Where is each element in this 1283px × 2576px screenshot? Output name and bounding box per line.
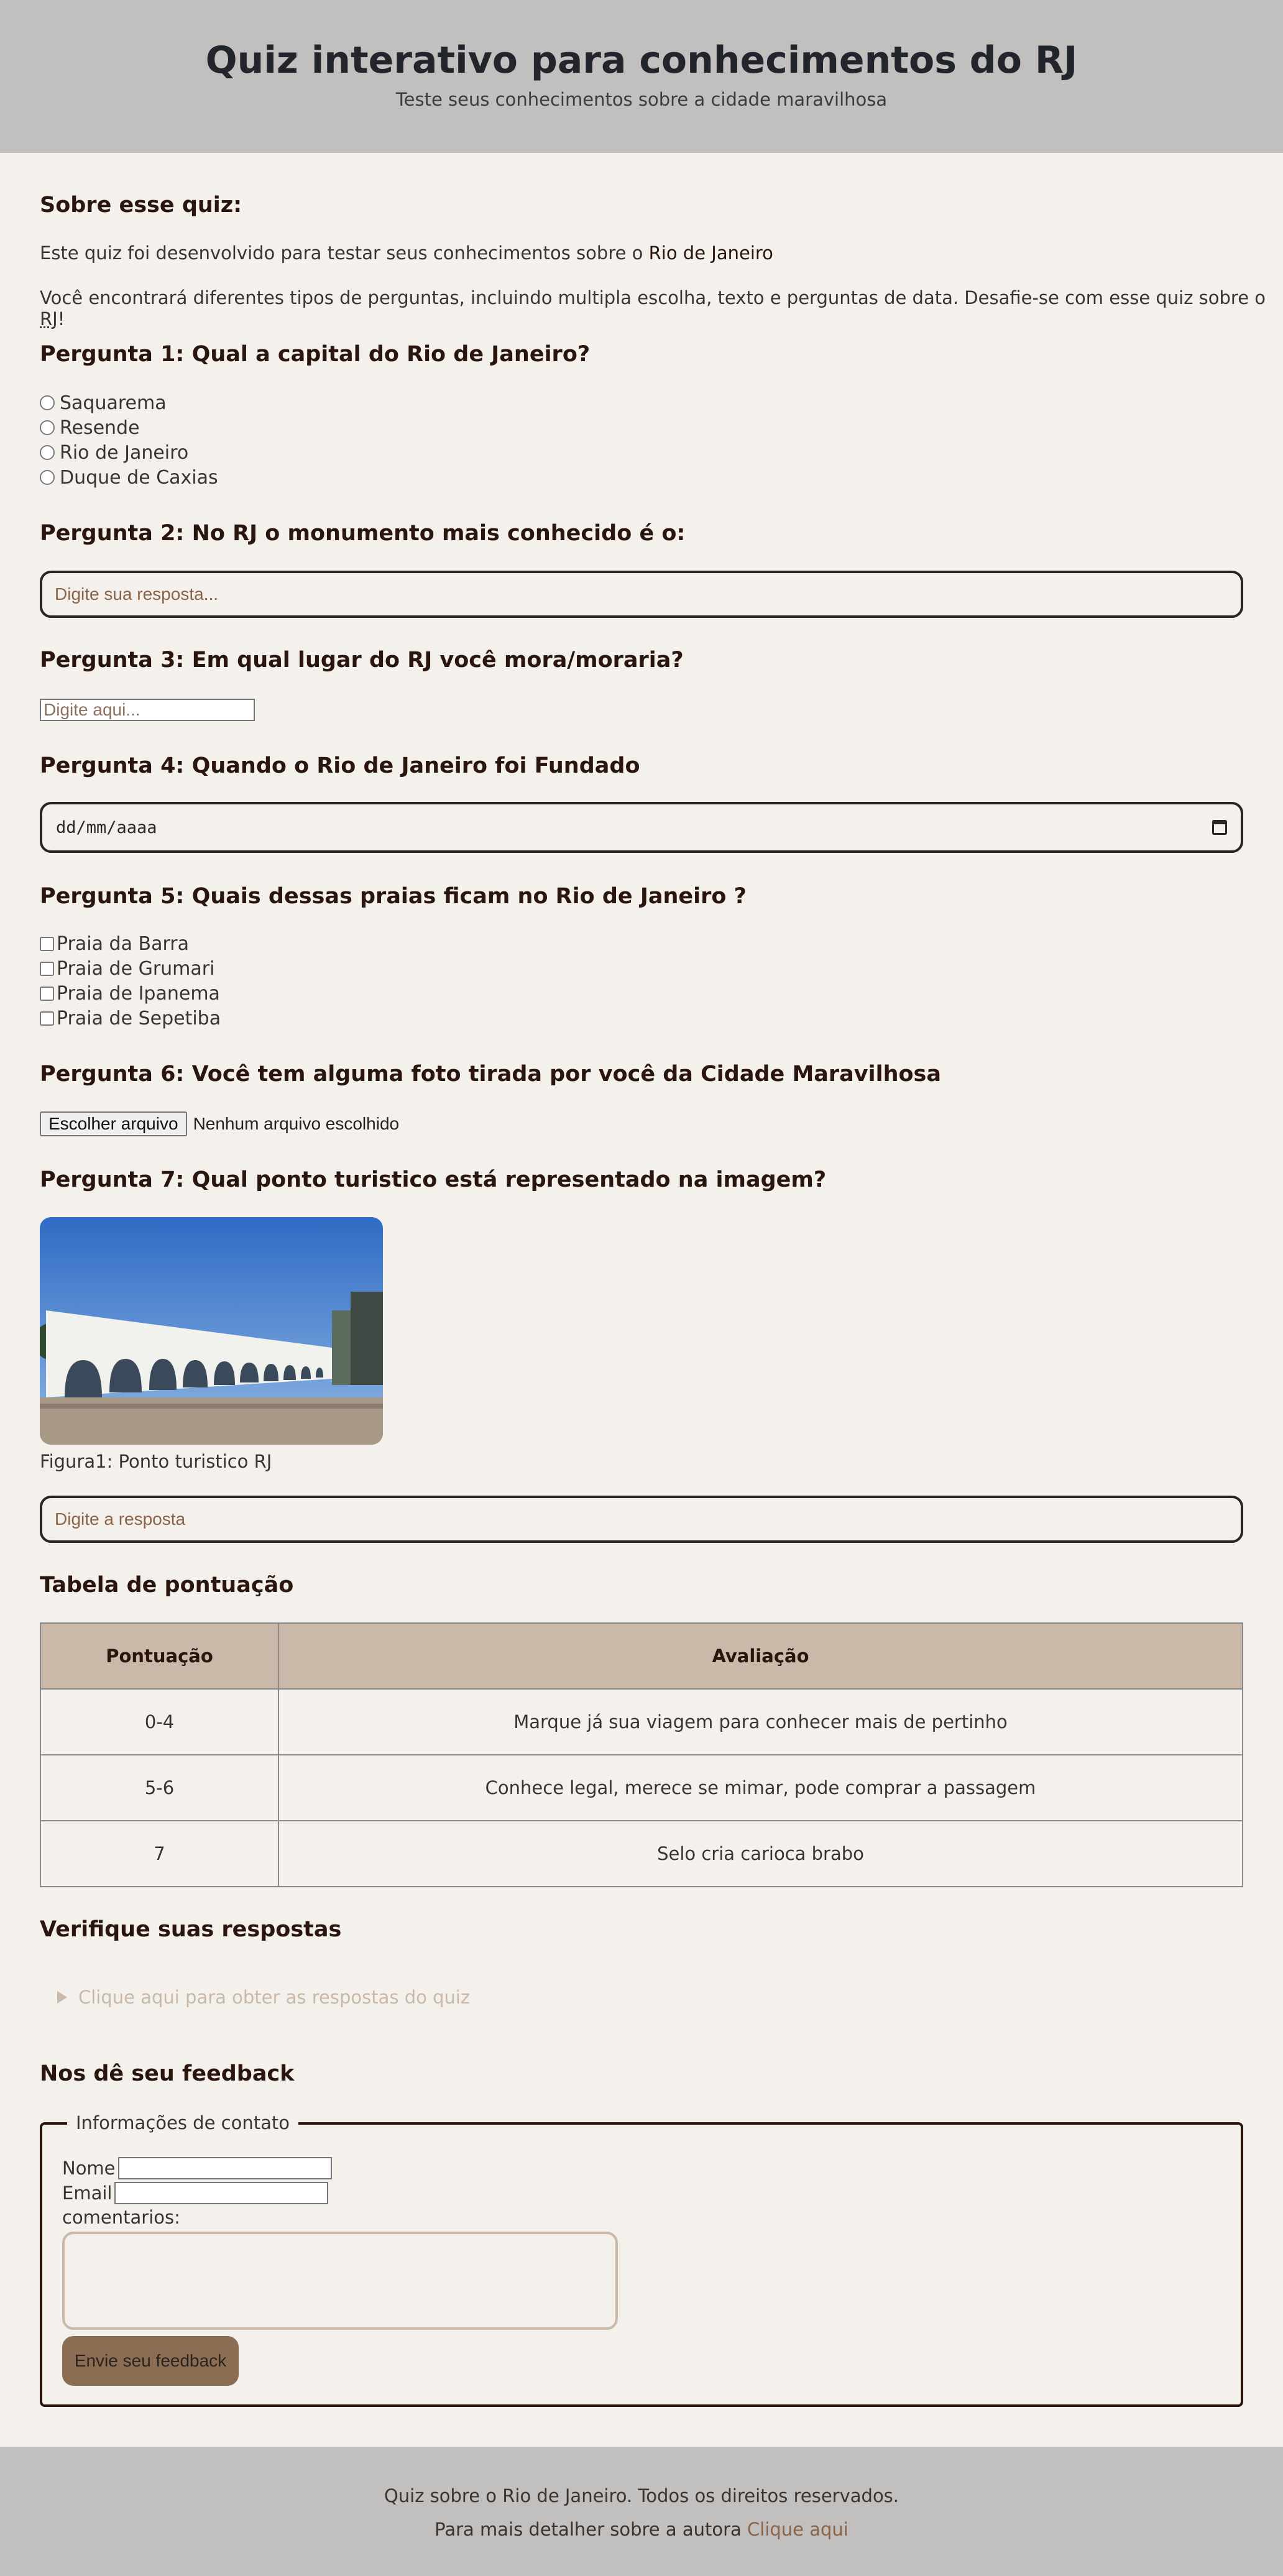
option-label: Rio de Janeiro: [60, 441, 189, 464]
checkbox[interactable]: [40, 986, 54, 1001]
lapa-arches-image: [40, 1217, 383, 1445]
q1-options: Saquarema Resende Rio de Janeiro Duque d…: [40, 390, 218, 490]
option-label: Saquarema: [60, 392, 167, 414]
date-placeholder: dd/mm/aaaa: [56, 817, 157, 837]
footer-author-line: Para mais detalher sobre a autora Clique…: [0, 2519, 1283, 2540]
q3-title: Pergunta 3: Em qual lugar do RJ você mor…: [40, 648, 684, 673]
table-cell: 7: [40, 1820, 279, 1887]
send-feedback-button[interactable]: Envie seu feedback: [62, 2336, 239, 2386]
about-p2-text: Você encontrará diferentes tipos de perg…: [40, 287, 1266, 308]
radio-button[interactable]: [40, 470, 55, 485]
author-link[interactable]: Clique aqui: [747, 2519, 848, 2540]
table-cell: Conhece legal, merece se mimar, pode com…: [278, 1754, 1243, 1821]
comments-label: comentarios:: [62, 2207, 180, 2228]
triangle-right-icon: [57, 1991, 67, 2003]
q1-option[interactable]: Duque de Caxias: [40, 465, 218, 490]
score-table: Pontuação Avaliação 0-4 Marque já sua vi…: [40, 1622, 1243, 1887]
q5-option[interactable]: Praia de Sepetiba: [40, 1006, 221, 1031]
checkbox[interactable]: [40, 1011, 54, 1026]
q7-title: Pergunta 7: Qual ponto turistico está re…: [40, 1167, 827, 1192]
verify-heading: Verifique suas respostas: [40, 1917, 342, 1942]
radio-button[interactable]: [40, 420, 55, 435]
table-cell: 5-6: [40, 1754, 279, 1821]
feedback-heading: Nos dê seu feedback: [40, 2061, 295, 2086]
option-label: Duque de Caxias: [60, 466, 218, 489]
q2-title: Pergunta 2: No RJ o monumento mais conhe…: [40, 521, 686, 546]
figure-caption: Figura1: Ponto turistico RJ: [40, 1451, 272, 1472]
footer-author-text: Para mais detalher sobre a autora: [435, 2519, 742, 2540]
q6-title: Pergunta 6: Você tem alguma foto tirada …: [40, 1062, 941, 1087]
footer-copyright: Quiz sobre o Rio de Janeiro. Todos os di…: [384, 2485, 899, 2506]
q4-date-input[interactable]: dd/mm/aaaa: [40, 802, 1243, 853]
choose-file-button[interactable]: Escolher arquivo: [40, 1111, 187, 1136]
about-p1-strong: Rio de Janeiro: [648, 242, 773, 264]
option-label: Praia da Barra: [57, 932, 189, 955]
q4-title: Pergunta 4: Quando o Rio de Janeiro foi …: [40, 753, 640, 778]
q3-answer-input[interactable]: Digite aqui...: [40, 699, 255, 721]
option-label: Resende: [60, 416, 140, 439]
name-field[interactable]: [117, 2157, 332, 2179]
checkbox[interactable]: [40, 961, 54, 976]
calendar-icon[interactable]: [1212, 820, 1227, 835]
email-label: Email: [62, 2183, 113, 2204]
column-header: Avaliação: [278, 1622, 1243, 1690]
radio-button[interactable]: [40, 445, 55, 460]
about-heading: Sobre esse quiz:: [40, 193, 242, 218]
q5-option[interactable]: Praia de Ipanema: [40, 981, 221, 1006]
q7-answer-input[interactable]: Digite a resposta: [40, 1496, 1243, 1543]
q1-title: Pergunta 1: Qual a capital do Rio de Jan…: [40, 342, 591, 367]
q1-option[interactable]: Resende: [40, 415, 218, 440]
q5-options: Praia da Barra Praia de Grumari Praia de…: [40, 931, 221, 1031]
name-row: Nome: [62, 2157, 332, 2179]
q5-title: Pergunta 5: Quais dessas praias ficam no…: [40, 884, 747, 909]
q1-option[interactable]: Rio de Janeiro: [40, 440, 218, 465]
about-paragraph-2: Você encontrará diferentes tipos de perg…: [40, 287, 1283, 329]
no-file-text: Nenhum arquivo escolhido: [193, 1114, 400, 1133]
option-label: Praia de Grumari: [57, 957, 215, 980]
contact-legend: Informações de contato: [67, 2112, 298, 2133]
page-header: Quiz interativo para conhecimentos do RJ…: [0, 0, 1283, 153]
table-cell: Selo cria carioca brabo: [278, 1820, 1243, 1887]
q2-answer-input[interactable]: Digite sua resposta...: [40, 571, 1243, 618]
email-field[interactable]: [114, 2182, 329, 2204]
q5-option[interactable]: Praia da Barra: [40, 931, 221, 956]
comments-textarea[interactable]: [62, 2232, 618, 2330]
table-row: 0-4 Marque já sua viagem para conhecer m…: [40, 1688, 1243, 1755]
name-label: Nome: [62, 2158, 116, 2179]
table-row: 7 Selo cria carioca brabo: [40, 1820, 1243, 1887]
q1-option[interactable]: Saquarema: [40, 390, 218, 415]
table-cell: 0-4: [40, 1688, 279, 1755]
about-p2-end: !: [57, 308, 65, 329]
option-label: Praia de Sepetiba: [57, 1007, 221, 1029]
summary-label: Clique aqui para obter as respostas do q…: [78, 1987, 471, 2008]
score-heading: Tabela de pontuação: [40, 1573, 294, 1598]
table-row: 5-6 Conhece legal, merece se mimar, pode…: [40, 1754, 1243, 1821]
about-paragraph-1: Este quiz foi desenvolvido para testar s…: [40, 242, 773, 264]
page-title: Quiz interativo para conhecimentos do RJ: [205, 39, 1078, 82]
page-subtitle: Teste seus conhecimentos sobre a cidade …: [395, 89, 888, 110]
q6-file-input[interactable]: Escolher arquivo Nenhum arquivo escolhid…: [40, 1111, 399, 1136]
email-row: Email: [62, 2182, 329, 2204]
about-rj-abbr: RJ: [40, 308, 58, 329]
column-header: Pontuação: [40, 1622, 279, 1690]
option-label: Praia de Ipanema: [57, 982, 220, 1005]
about-p1-text: Este quiz foi desenvolvido para testar s…: [40, 242, 643, 264]
answers-summary[interactable]: Clique aqui para obter as respostas do q…: [57, 1987, 470, 2008]
radio-button[interactable]: [40, 395, 55, 410]
table-header-row: Pontuação Avaliação: [40, 1622, 1243, 1690]
contact-fieldset: Informações de contato Nome Email coment…: [40, 2112, 1243, 2407]
page-footer: Quiz sobre o Rio de Janeiro. Todos os di…: [0, 2447, 1283, 2576]
checkbox[interactable]: [40, 936, 54, 951]
q5-option[interactable]: Praia de Grumari: [40, 956, 221, 981]
table-cell: Marque já sua viagem para conhecer mais …: [278, 1688, 1243, 1755]
